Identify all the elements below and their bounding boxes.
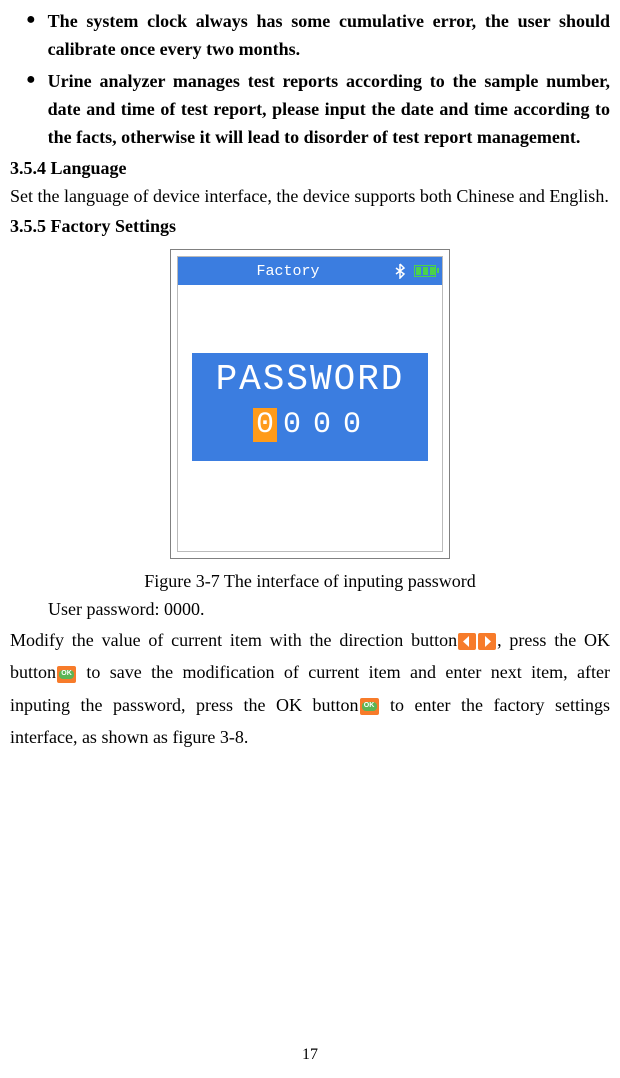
section-heading-language: 3.5.4 Language: [10, 155, 610, 183]
password-label: PASSWORD: [192, 359, 428, 400]
ok-button-icon: OK: [360, 698, 379, 715]
device-title: Factory: [184, 263, 392, 280]
password-digit: 0: [307, 408, 337, 442]
bullet-item: ● The system clock always has some cumul…: [10, 8, 610, 64]
battery-icon: [414, 265, 436, 277]
password-digit: 0: [277, 408, 307, 442]
password-digits: 0000: [192, 408, 428, 442]
bullet-item: ● Urine analyzer manages test reports ac…: [10, 68, 610, 152]
ok-button-icon: OK: [57, 666, 76, 683]
password-digit: 0: [337, 408, 367, 442]
device-inner: Factory PASSWORD 0000: [177, 256, 443, 552]
device-screenshot: Factory PASSWORD 0000: [170, 249, 450, 559]
bluetooth-icon: [392, 263, 408, 279]
bullet-text: The system clock always has some cumulat…: [48, 8, 610, 64]
figure-caption: Figure 3-7 The interface of inputing pas…: [10, 568, 610, 596]
bullet-text: Urine analyzer manages test reports acco…: [48, 68, 610, 152]
left-arrow-button-icon: [458, 633, 476, 650]
password-box: PASSWORD 0000: [192, 353, 428, 461]
password-digit-active: 0: [253, 408, 277, 442]
para-text: Modify the value of current item with th…: [10, 630, 457, 650]
user-password-line: User password: 0000.: [48, 596, 610, 624]
device-header: Factory: [178, 257, 442, 285]
figure-wrap: Factory PASSWORD 0000 Figure 3-7 The int…: [10, 249, 610, 596]
bullet-marker: ●: [26, 68, 36, 152]
instruction-paragraph: Modify the value of current item with th…: [10, 624, 610, 754]
page-number: 17: [0, 1046, 620, 1064]
section-heading-factory: 3.5.5 Factory Settings: [10, 213, 610, 241]
bullet-marker: ●: [26, 8, 36, 64]
right-arrow-button-icon: [478, 633, 496, 650]
language-body: Set the language of device interface, th…: [10, 183, 610, 211]
